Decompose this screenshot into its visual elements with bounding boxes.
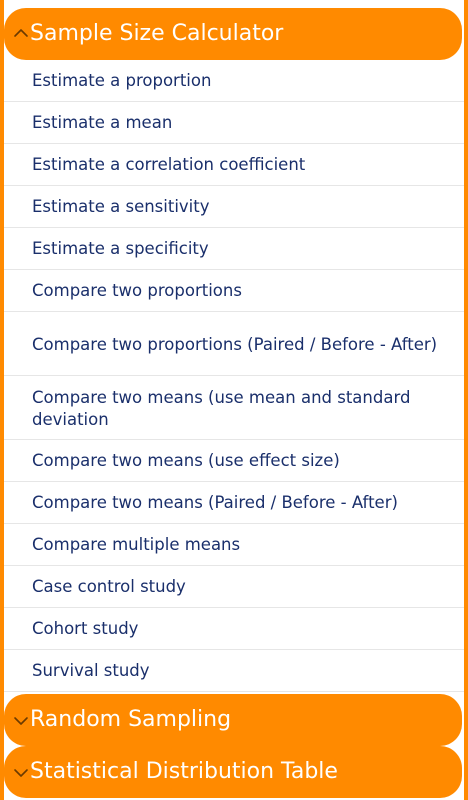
list-item-label: Estimate a sensitivity [32,196,210,216]
list-item-label: Cohort study [32,618,139,638]
chevron-down-icon [14,717,28,725]
list-item-label: Compare two proportions (Paired / Before… [32,334,438,354]
list-item-compare-multiple-means[interactable]: Compare multiple means [4,524,464,566]
list-item-label: Estimate a mean [32,112,173,132]
list-item-label: Survival study [32,660,150,680]
list-item-label: Compare two means (use effect size) [32,450,340,470]
sample-size-item-list: Estimate a proportion Estimate a mean Es… [4,60,464,692]
list-item-estimate-sensitivity[interactable]: Estimate a sensitivity [4,186,464,228]
list-item-label: Compare two means (Paired / Before - Aft… [32,492,398,512]
section-title: Statistical Distribution Table [30,759,338,784]
list-item-label: Case control study [32,576,186,596]
list-item-estimate-proportion[interactable]: Estimate a proportion [4,60,464,102]
list-item-label: Estimate a specificity [32,238,209,258]
list-item-label: Compare multiple means [32,534,241,554]
section-title: Sample Size Calculator [30,21,284,46]
list-item-estimate-correlation[interactable]: Estimate a correlation coefficient [4,144,464,186]
list-item-survival-study[interactable]: Survival study [4,650,464,692]
chevron-up-icon [14,29,28,37]
list-item-compare-two-means-effect-size[interactable]: Compare two means (use effect size) [4,440,464,482]
list-item-compare-two-proportions[interactable]: Compare two proportions [4,270,464,312]
list-item-label: Compare two proportions [32,280,242,300]
list-item-label: Estimate a correlation coefficient [32,154,306,174]
list-item-estimate-specificity[interactable]: Estimate a specificity [4,228,464,270]
chevron-down-icon [14,769,28,777]
list-item-case-control-study[interactable]: Case control study [4,566,464,608]
section-header-sample-size[interactable]: Sample Size Calculator [4,8,462,60]
list-item-label: Estimate a proportion [32,70,212,90]
section-header-random-sampling[interactable]: Random Sampling [4,694,462,746]
list-item-compare-two-proportions-paired[interactable]: Compare two proportions (Paired / Before… [4,312,464,376]
list-item-estimate-mean[interactable]: Estimate a mean [4,102,464,144]
list-item-label: Compare two means (use mean and standard… [32,387,411,429]
list-item-cohort-study[interactable]: Cohort study [4,608,464,650]
list-item-compare-two-means-sd[interactable]: Compare two means (use mean and standard… [4,376,464,440]
section-header-statistical-distribution[interactable]: Statistical Distribution Table [4,746,462,798]
list-item-compare-two-means-paired[interactable]: Compare two means (Paired / Before - Aft… [4,482,464,524]
section-title: Random Sampling [30,707,232,732]
